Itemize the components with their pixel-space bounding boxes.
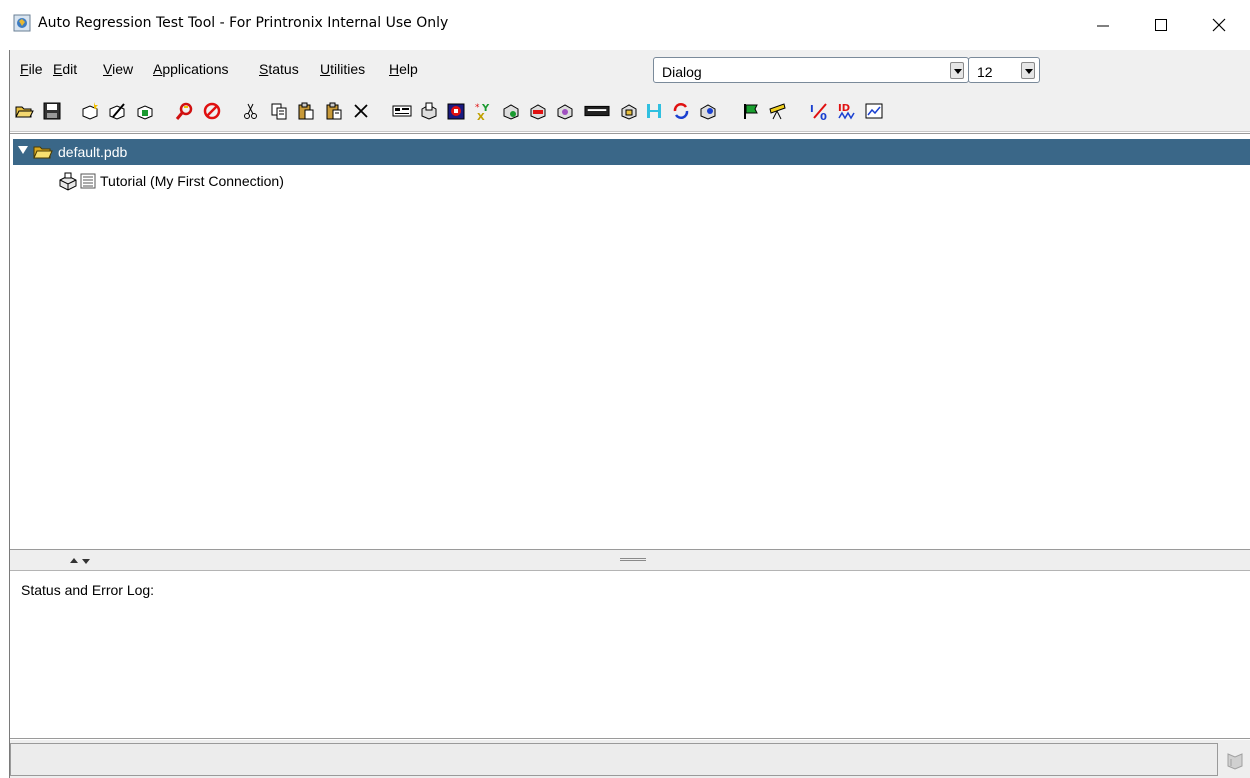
- status-log-panel: Status and Error Log:: [10, 571, 1250, 739]
- collapse-down-icon[interactable]: [82, 559, 90, 564]
- window-title: Auto Regression Test Tool - For Printron…: [38, 15, 449, 31]
- expand-toggle-icon[interactable]: [18, 146, 28, 154]
- close-icon: [1212, 18, 1226, 32]
- menu-utilities[interactable]: Utilities: [320, 61, 365, 77]
- printer-config-icon[interactable]: [418, 100, 440, 122]
- menu-status[interactable]: Status: [259, 61, 299, 77]
- font-size-select[interactable]: 12: [968, 57, 1040, 83]
- toolbar: * Y X I0 ID: [10, 90, 1250, 132]
- percent-icon[interactable]: I0: [809, 100, 831, 122]
- cut-icon[interactable]: [240, 100, 262, 122]
- paste-icon[interactable]: [295, 100, 317, 122]
- id-icon[interactable]: ID: [836, 100, 858, 122]
- svg-text:X: X: [477, 112, 485, 121]
- tree-node-root[interactable]: default.pdb: [13, 139, 1250, 165]
- flag-icon[interactable]: [740, 100, 762, 122]
- connect-icon[interactable]: [134, 100, 156, 122]
- compare-icon[interactable]: [643, 100, 665, 122]
- chevron-down-icon[interactable]: [1021, 62, 1035, 79]
- printer-b-icon[interactable]: [527, 100, 549, 122]
- minimize-button[interactable]: [1074, 0, 1132, 50]
- tree-root-label: default.pdb: [58, 144, 128, 160]
- menu-edit[interactable]: Edit: [53, 61, 77, 77]
- edit-connection-icon[interactable]: [106, 100, 128, 122]
- maximize-icon: [1155, 19, 1167, 31]
- title-bar: Auto Regression Test Tool - For Printron…: [0, 0, 1250, 50]
- split-pane-divider[interactable]: [10, 549, 1250, 571]
- copy-icon[interactable]: [268, 100, 290, 122]
- refresh-icon[interactable]: [670, 100, 692, 122]
- app-icon: [13, 14, 31, 32]
- new-connection-icon[interactable]: [79, 100, 101, 122]
- svg-text:0: 0: [820, 112, 827, 121]
- collapse-up-icon[interactable]: [70, 558, 78, 563]
- menu-file[interactable]: File: [20, 61, 43, 77]
- close-button[interactable]: [1190, 0, 1248, 50]
- printer-d-icon[interactable]: [618, 100, 640, 122]
- menu-help[interactable]: Help: [389, 61, 418, 77]
- font-size-value: 12: [977, 64, 993, 80]
- drag-grip-icon[interactable]: [620, 558, 646, 561]
- xy-icon[interactable]: * Y X: [473, 100, 495, 122]
- connection-tree: default.pdb Tutorial (My First Connectio…: [10, 133, 1250, 549]
- save-icon[interactable]: [41, 100, 63, 122]
- printer-icon: [59, 172, 77, 191]
- chevron-down-icon[interactable]: [950, 62, 964, 79]
- status-bar: [10, 740, 1250, 778]
- font-name-value: Dialog: [662, 64, 702, 80]
- find-icon[interactable]: [174, 100, 196, 122]
- document-icon: [80, 173, 96, 189]
- app-icon[interactable]: [445, 100, 467, 122]
- printer-e-icon[interactable]: [697, 100, 719, 122]
- menu-applications[interactable]: Applications: [153, 61, 229, 77]
- status-field: [10, 743, 1218, 776]
- graph-icon[interactable]: [863, 100, 885, 122]
- minimize-icon: [1097, 25, 1109, 27]
- delete-icon[interactable]: [350, 100, 372, 122]
- menu-view[interactable]: View: [103, 61, 133, 77]
- terminal-icon[interactable]: [391, 100, 413, 122]
- telescope-icon[interactable]: [767, 100, 789, 122]
- maximize-button[interactable]: [1132, 0, 1190, 50]
- keyboard-icon[interactable]: [583, 100, 611, 122]
- menu-bar: File Edit View Applications Status Utili…: [10, 50, 1250, 90]
- printer-c-icon[interactable]: [554, 100, 576, 122]
- resize-grip-icon[interactable]: [1225, 751, 1245, 771]
- tree-child-label: Tutorial (My First Connection): [100, 173, 284, 189]
- open-folder-icon[interactable]: [13, 100, 35, 122]
- log-heading: Status and Error Log:: [21, 582, 155, 598]
- paste-special-icon[interactable]: [323, 100, 345, 122]
- stop-icon[interactable]: [201, 100, 223, 122]
- printer-a-icon[interactable]: [500, 100, 522, 122]
- open-folder-icon: [33, 146, 53, 159]
- font-name-select[interactable]: Dialog: [653, 57, 969, 83]
- svg-text:I: I: [810, 104, 814, 115]
